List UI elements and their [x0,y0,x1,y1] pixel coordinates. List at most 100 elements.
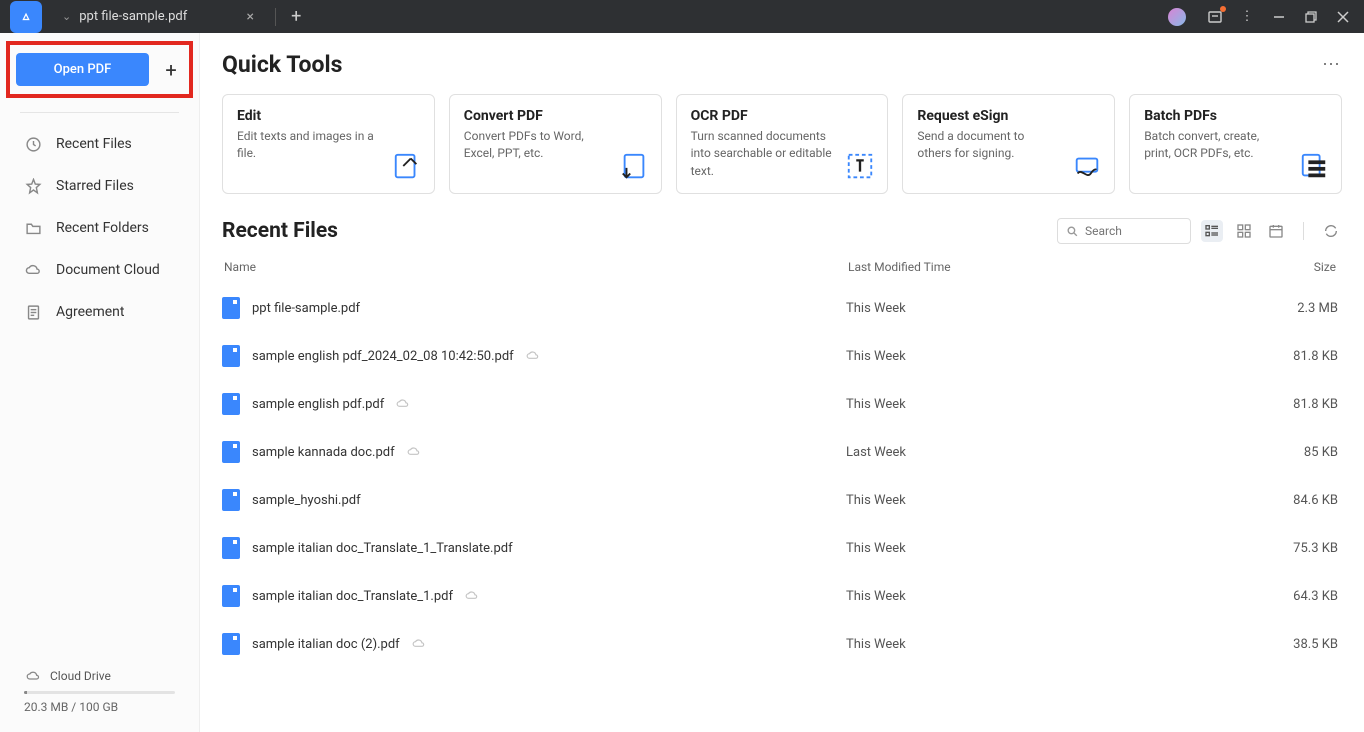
card-title: Edit [237,108,420,124]
table-row[interactable]: sample kannada doc.pdf Last Week85 KB [222,428,1342,476]
sidebar-item-label: Recent Folders [56,220,149,236]
cloud-sync-icon [465,589,479,603]
file-name: sample italian doc (2).pdf [252,637,400,652]
user-avatar[interactable] [1168,8,1186,26]
file-name: sample english pdf_2024_02_08 10:42:50.p… [252,349,514,364]
table-row[interactable]: ppt file-sample.pdfThis Week2.3 MB [222,284,1342,332]
add-file-icon[interactable]: + [159,58,183,82]
file-size: 64.3 KB [1186,589,1342,604]
tab-separator [275,8,276,26]
storage-progress-bar [24,691,175,694]
table-row[interactable]: sample italian doc_Translate_1_Translate… [222,524,1342,572]
pdf-file-icon [222,633,240,655]
file-name: sample italian doc_Translate_1.pdf [252,589,453,604]
tab-chevron-icon: ⌄ [62,10,71,23]
card-description: Turn scanned documents into searchable o… [691,128,834,180]
search-input[interactable] [1085,224,1182,238]
close-window-icon[interactable] [1334,8,1352,26]
sidebar: Open PDF + Recent Files Starred Files Re… [0,33,200,732]
titlebar: ▵ ⌄ ppt file-sample.pdf × + ⋮ [0,0,1364,33]
card-title: Convert PDF [464,108,647,124]
cloud-sync-icon [526,349,540,363]
table-row[interactable]: sample italian doc_Translate_1.pdfThis W… [222,572,1342,620]
cloud-drive-icon [24,667,42,685]
document-tab[interactable]: ⌄ ppt file-sample.pdf × [52,1,267,33]
pdf-file-icon [222,585,240,607]
ocr-pdf-card[interactable]: OCR PDF Turn scanned documents into searc… [676,94,889,194]
minimize-window-icon[interactable] [1270,8,1288,26]
pdf-file-icon [222,537,240,559]
card-title: OCR PDF [691,108,874,124]
table-header: Name Last Modified Time Size [222,260,1342,284]
notification-icon[interactable] [1206,8,1224,26]
sidebar-item-label: Agreement [56,304,124,320]
table-row[interactable]: sample english pdf_2024_02_08 10:42:50.p… [222,332,1342,380]
sidebar-item-agreement[interactable]: Agreement [6,291,193,333]
file-size: 75.3 KB [1186,541,1342,556]
card-icon [1299,151,1329,181]
convert-pdf-card[interactable]: Convert PDF Convert PDFs to Word, Excel, … [449,94,662,194]
card-description: Send a document to others for signing. [917,128,1060,163]
folder-icon [24,219,42,237]
calendar-view-icon[interactable] [1265,220,1287,242]
sidebar-item-starred-files[interactable]: Starred Files [6,165,193,207]
file-modified: This Week [846,397,1186,412]
cloud-drive-label: Cloud Drive [50,669,111,683]
cloud-drive-status: Cloud Drive 20.3 MB / 100 GB [6,657,193,724]
table-row[interactable]: sample english pdf.pdf This Week81.8 KB [222,380,1342,428]
star-icon [24,177,42,195]
batch-pdfs-card[interactable]: Batch PDFsBatch convert, create, print, … [1129,94,1342,194]
card-title: Request eSign [917,108,1100,124]
pdf-file-icon [222,489,240,511]
sidebar-item-document-cloud[interactable]: Document Cloud [6,249,193,291]
open-pdf-button[interactable]: Open PDF [16,53,149,86]
file-name: sample kannada doc.pdf [252,445,395,460]
file-name: sample italian doc_Translate_1_Translate… [252,541,513,556]
file-modified: This Week [846,541,1186,556]
file-modified: This Week [846,493,1186,508]
table-row[interactable]: sample italian doc (2).pdf This Week38.5 … [222,620,1342,668]
app-logo-icon: ▵ [10,1,42,33]
file-size: 85 KB [1186,445,1342,460]
list-view-icon[interactable] [1201,220,1223,242]
sidebar-item-recent-files[interactable]: Recent Files [6,123,193,165]
cloud-sync-icon [396,397,410,411]
grid-view-icon[interactable] [1233,220,1255,242]
card-description: Convert PDFs to Word, Excel, PPT, etc. [464,128,607,163]
sidebar-item-recent-folders[interactable]: Recent Folders [6,207,193,249]
refresh-icon[interactable] [1320,220,1342,242]
col-name: Name [224,260,848,274]
file-size: 2.3 MB [1186,301,1342,316]
new-tab-button[interactable]: + [284,5,308,29]
card-description: Batch convert, create, print, OCR PDFs, … [1144,128,1287,163]
search-box[interactable] [1057,218,1191,244]
quick-tools-heading: Quick Tools [222,51,1322,78]
file-name: ppt file-sample.pdf [252,301,360,316]
quick-tools-more-icon[interactable]: ⋯ [1322,54,1342,75]
file-size: 38.5 KB [1186,637,1342,652]
file-modified: This Week [846,637,1186,652]
close-tab-icon[interactable]: × [243,10,257,24]
cloud-sync-icon [412,637,426,651]
file-size: 81.8 KB [1186,349,1342,364]
file-name: sample_hyoshi.pdf [252,493,361,508]
main-content: Quick Tools ⋯ EditEdit texts and images … [200,33,1364,732]
table-row[interactable]: sample_hyoshi.pdfThis Week84.6 KB [222,476,1342,524]
edit-card[interactable]: EditEdit texts and images in a file. [222,94,435,194]
search-icon [1066,225,1079,238]
file-size: 81.8 KB [1186,397,1342,412]
card-icon [392,151,422,181]
clock-icon [24,135,42,153]
maximize-window-icon[interactable] [1302,8,1320,26]
request-esign-card[interactable]: Request eSign Send a document to others f… [902,94,1115,194]
pdf-file-icon [222,297,240,319]
card-icon [1072,151,1102,181]
sidebar-item-label: Starred Files [56,178,134,194]
pdf-file-icon [222,393,240,415]
pdf-file-icon [222,441,240,463]
storage-usage-text: 20.3 MB / 100 GB [24,700,175,714]
kebab-menu-icon[interactable]: ⋮ [1238,8,1256,26]
file-modified: Last Week [846,445,1186,460]
col-modified: Last Modified Time [848,260,1188,274]
file-name: sample english pdf.pdf [252,397,384,412]
